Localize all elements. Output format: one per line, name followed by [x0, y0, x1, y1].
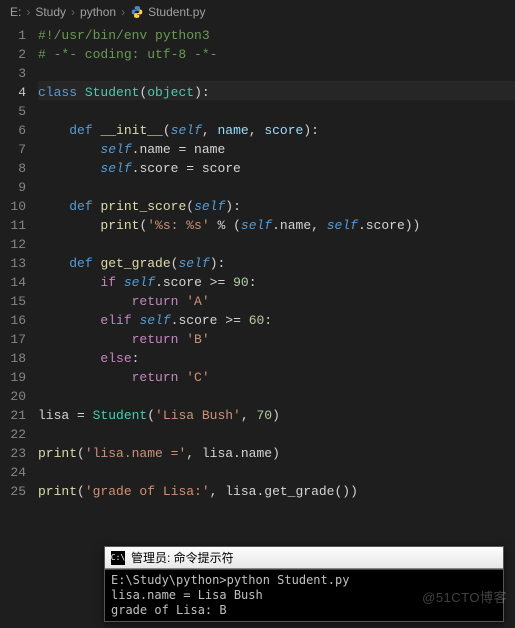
cmd-icon: C:\	[111, 551, 125, 565]
code-area[interactable]: #!/usr/bin/env python3 # -*- coding: utf…	[38, 24, 515, 501]
line-number-gutter: 12345 678910 1112131415 1617181920 21222…	[0, 24, 38, 501]
python-file-icon	[130, 5, 144, 19]
code-editor[interactable]: 12345 678910 1112131415 1617181920 21222…	[0, 24, 515, 501]
bc-folder-2[interactable]: python	[80, 5, 116, 19]
chevron-right-icon: ›	[121, 5, 125, 19]
terminal-titlebar[interactable]: C:\ 管理员: 命令提示符	[105, 547, 503, 569]
bc-folder-1[interactable]: Study	[35, 5, 66, 19]
bc-drive[interactable]: E:	[10, 5, 21, 19]
chevron-right-icon: ›	[71, 5, 75, 19]
terminal-window[interactable]: C:\ 管理员: 命令提示符 E:\Study\python>python St…	[104, 546, 504, 622]
bc-file[interactable]: Student.py	[148, 5, 205, 19]
breadcrumb[interactable]: E: › Study › python › Student.py	[0, 0, 515, 24]
terminal-output[interactable]: E:\Study\python>python Student.py lisa.n…	[105, 569, 503, 621]
chevron-right-icon: ›	[26, 5, 30, 19]
terminal-title: 管理员: 命令提示符	[131, 549, 234, 566]
